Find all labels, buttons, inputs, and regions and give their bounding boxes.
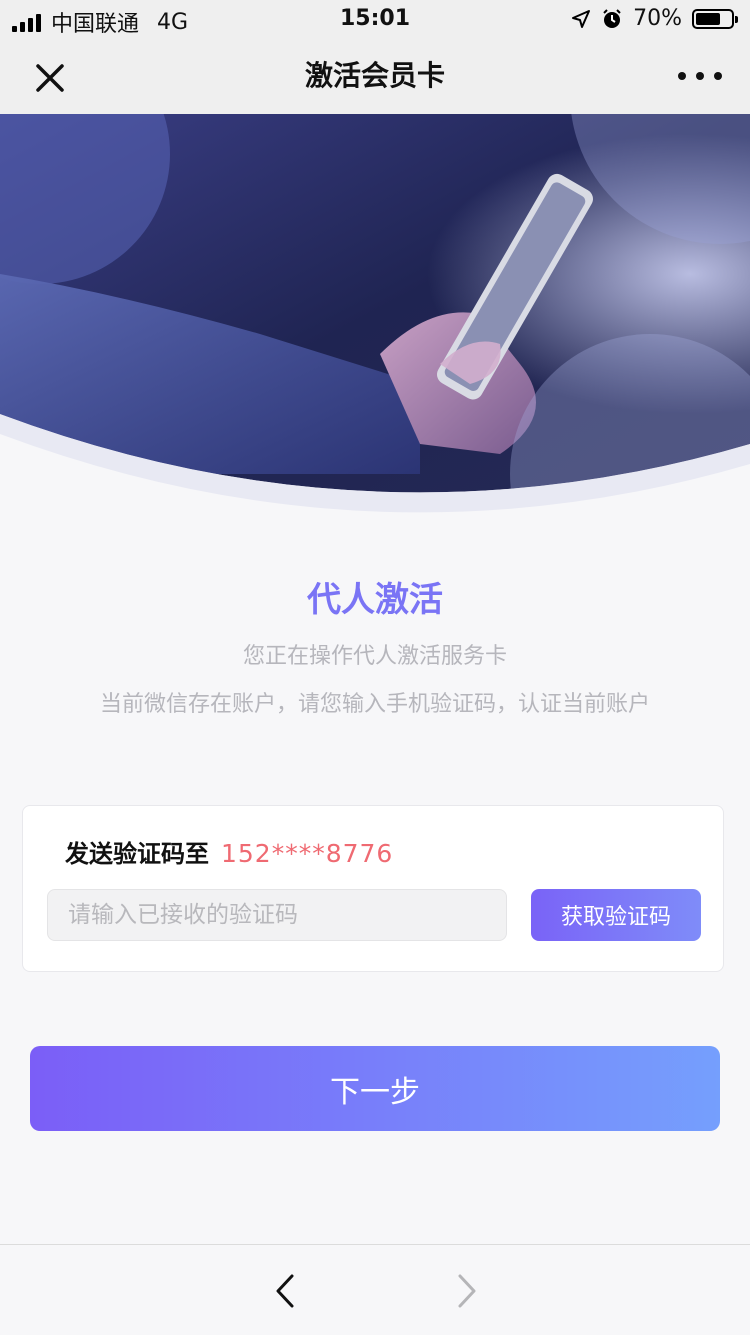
next-step-button[interactable]: 下一步 bbox=[30, 1046, 720, 1131]
headline: 代人激活 bbox=[307, 580, 443, 620]
more-icon-dot bbox=[678, 72, 686, 80]
hero-banner bbox=[0, 114, 750, 514]
battery-level bbox=[696, 12, 720, 25]
alarm-icon bbox=[603, 8, 621, 28]
verify-card: 发送验证码至 152****8776 获取验证码 bbox=[22, 805, 724, 972]
location-arrow-icon bbox=[572, 9, 591, 28]
back-button[interactable] bbox=[270, 1271, 302, 1311]
battery-percent: 70% bbox=[633, 6, 682, 31]
bottom-toolbar bbox=[0, 1244, 750, 1335]
nav-bar: 激活会员卡 bbox=[0, 38, 750, 114]
intro-line-2: 当前微信存在账户，请您输入手机验证码，认证当前账户 bbox=[99, 692, 650, 717]
intro-line-1: 您正在操作代人激活服务卡 bbox=[242, 644, 507, 669]
status-right: 70% bbox=[571, 6, 738, 31]
chevron-left-icon bbox=[276, 1274, 294, 1308]
more-icon-dot bbox=[696, 72, 704, 80]
get-code-button[interactable]: 获取验证码 bbox=[531, 889, 701, 941]
verification-code-input[interactable] bbox=[47, 889, 507, 941]
page-title: 激活会员卡 bbox=[304, 59, 445, 92]
more-button[interactable] bbox=[678, 64, 722, 88]
status-bar: 中国联通 4G 15:01 70% bbox=[0, 0, 750, 38]
more-icon-dot bbox=[714, 72, 722, 80]
battery-icon bbox=[692, 8, 738, 29]
hero-photo bbox=[0, 114, 750, 513]
chevron-right-icon bbox=[458, 1274, 476, 1308]
send-to-row: 发送验证码至 152****8776 bbox=[65, 834, 393, 869]
phone-number: 152****8776 bbox=[221, 839, 394, 868]
forward-button[interactable] bbox=[450, 1271, 482, 1311]
send-label: 发送验证码至 bbox=[65, 840, 209, 868]
